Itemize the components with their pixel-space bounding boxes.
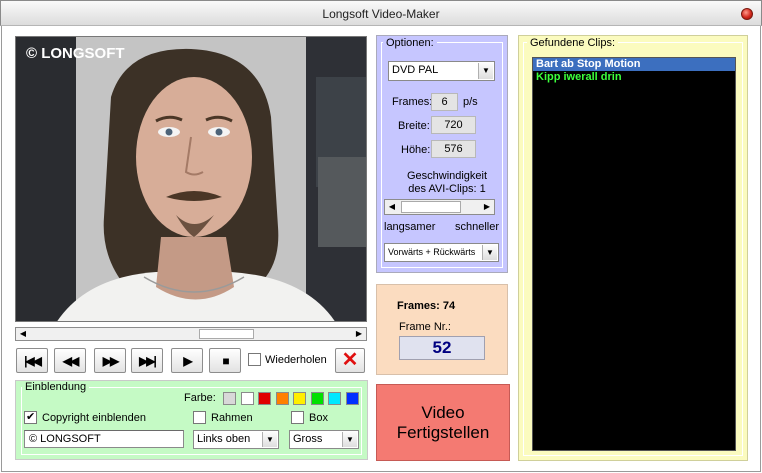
frames-info-panel: Frames: 74 Frame Nr.: 52 xyxy=(376,284,508,375)
play-icon: ▶ xyxy=(183,353,192,368)
color-swatch[interactable] xyxy=(240,392,254,405)
clips-list[interactable]: Bart ab Stop Motion Kipp iwerall drin xyxy=(532,57,736,451)
speed-left-arrow-icon[interactable]: ◀ xyxy=(385,200,399,214)
forward-button[interactable]: ▶▶ xyxy=(94,348,126,373)
speed-label-line1: Geschwindigkeit xyxy=(406,170,488,182)
height-input[interactable]: 576 xyxy=(431,140,476,158)
width-label: Breite: xyxy=(398,120,430,132)
options-group-title: Optionen: xyxy=(383,37,437,49)
clips-panel: Gefundene Clips: Bart ab Stop Motion Kip… xyxy=(518,35,748,461)
scroll-left-arrow-icon[interactable]: ◀ xyxy=(16,328,30,340)
frames-rate-unit: p/s xyxy=(463,96,478,108)
format-select[interactable]: DVD PAL ▼ xyxy=(388,61,495,81)
copyright-toggle[interactable]: Copyright einblenden xyxy=(24,410,146,424)
position-select[interactable]: Links oben ▼ xyxy=(193,430,279,449)
frames-rate-input[interactable]: 6 xyxy=(431,93,458,111)
options-panel: Optionen: DVD PAL ▼ Frames: 6 p/s Breite… xyxy=(376,35,508,273)
box-label: Box xyxy=(309,411,328,424)
overlay-panel: Einblendung Farbe: Copyright einblenden … xyxy=(15,380,368,460)
chevron-down-icon[interactable]: ▼ xyxy=(478,63,493,79)
frame-checkbox[interactable] xyxy=(193,411,206,424)
window-title: Longsoft Video-Maker xyxy=(322,7,440,21)
speed-right-arrow-icon[interactable]: ▶ xyxy=(480,200,494,214)
scroll-right-arrow-icon[interactable]: ▶ xyxy=(352,328,366,340)
format-select-value: DVD PAL xyxy=(392,64,439,76)
repeat-checkbox[interactable] xyxy=(248,353,261,366)
stop-icon: ■ xyxy=(222,353,229,368)
color-swatch[interactable] xyxy=(258,392,271,405)
repeat-label: Wiederholen xyxy=(265,353,327,366)
scrollbar-thumb[interactable] xyxy=(199,329,254,339)
repeat-toggle[interactable]: Wiederholen xyxy=(248,353,327,366)
fast-forward-icon: ▶▶ xyxy=(102,353,120,368)
color-swatch[interactable] xyxy=(345,392,359,405)
overlay-text-input[interactable]: © LONGSOFT xyxy=(24,430,184,448)
width-input[interactable]: 720 xyxy=(431,116,476,134)
last-frame-button[interactable]: ▶▶| xyxy=(131,348,163,373)
chevron-down-icon[interactable]: ▼ xyxy=(342,432,357,447)
copyright-checkbox[interactable] xyxy=(24,410,37,424)
direction-select[interactable]: Vorwärts + Rückwärts ▼ xyxy=(384,243,499,262)
color-swatch[interactable] xyxy=(293,392,306,405)
speed-slider-thumb[interactable] xyxy=(401,201,461,213)
close-window-button[interactable] xyxy=(741,8,753,20)
play-button[interactable]: ▶ xyxy=(171,348,203,373)
faster-label: schneller xyxy=(455,221,500,233)
title-bar: Longsoft Video-Maker xyxy=(0,0,762,26)
first-frame-button[interactable]: |◀◀ xyxy=(16,348,48,373)
list-item[interactable]: Bart ab Stop Motion xyxy=(533,58,735,71)
color-swatch[interactable] xyxy=(275,392,289,405)
video-position-scrollbar[interactable]: ◀ ▶ xyxy=(15,327,367,341)
video-frame-image xyxy=(16,37,366,321)
chevron-down-icon[interactable]: ▼ xyxy=(262,432,277,447)
size-select-value: Gross xyxy=(293,433,323,445)
slower-label: langsamer xyxy=(384,221,436,233)
copyright-label: Copyright einblenden xyxy=(42,411,146,424)
chevron-down-icon[interactable]: ▼ xyxy=(482,245,497,260)
frames-count-label: Frames: 74 xyxy=(397,300,456,312)
speed-label-line2: des AVI-Clips: 1 xyxy=(408,183,486,195)
rewind-icon: ◀◀ xyxy=(62,353,80,368)
frame-label: Rahmen xyxy=(211,411,253,424)
clips-group-title: Gefundene Clips: xyxy=(527,37,618,49)
list-item[interactable]: Kipp iwerall drin xyxy=(533,71,735,84)
box-toggle[interactable]: Box xyxy=(291,411,328,424)
color-label: Farbe: xyxy=(184,392,216,404)
delete-button[interactable]: ✕ xyxy=(335,348,365,373)
skip-to-end-icon: ▶▶| xyxy=(139,353,157,368)
box-checkbox[interactable] xyxy=(291,411,304,424)
direction-select-value: Vorwärts + Rückwärts xyxy=(388,247,476,257)
frame-toggle[interactable]: Rahmen xyxy=(193,411,253,424)
finish-video-label-line1: Video xyxy=(421,402,465,422)
height-label: Höhe: xyxy=(401,144,431,156)
color-swatch[interactable] xyxy=(328,392,341,405)
video-watermark: © LONGSOFT xyxy=(26,45,125,62)
delete-x-icon: ✕ xyxy=(341,349,359,371)
video-preview: © LONGSOFT xyxy=(15,36,367,322)
speed-slider[interactable]: ◀ ▶ xyxy=(384,199,495,215)
frame-number-label: Frame Nr.: xyxy=(399,321,451,333)
position-select-value: Links oben xyxy=(197,433,251,445)
rewind-button[interactable]: ◀◀ xyxy=(54,348,86,373)
color-swatch[interactable] xyxy=(310,392,324,405)
frames-rate-label: Frames: xyxy=(392,96,433,108)
finish-video-label-line2: Fertigstellen xyxy=(396,422,490,442)
finish-video-button[interactable]: Video Fertigstellen xyxy=(376,384,510,461)
color-swatch[interactable] xyxy=(223,392,236,405)
skip-to-start-icon: |◀◀ xyxy=(24,353,42,368)
frame-number-value: 52 xyxy=(399,336,485,360)
size-select[interactable]: Gross ▼ xyxy=(289,430,359,449)
overlay-group-title: Einblendung xyxy=(22,381,90,393)
stop-button[interactable]: ■ xyxy=(209,348,241,373)
